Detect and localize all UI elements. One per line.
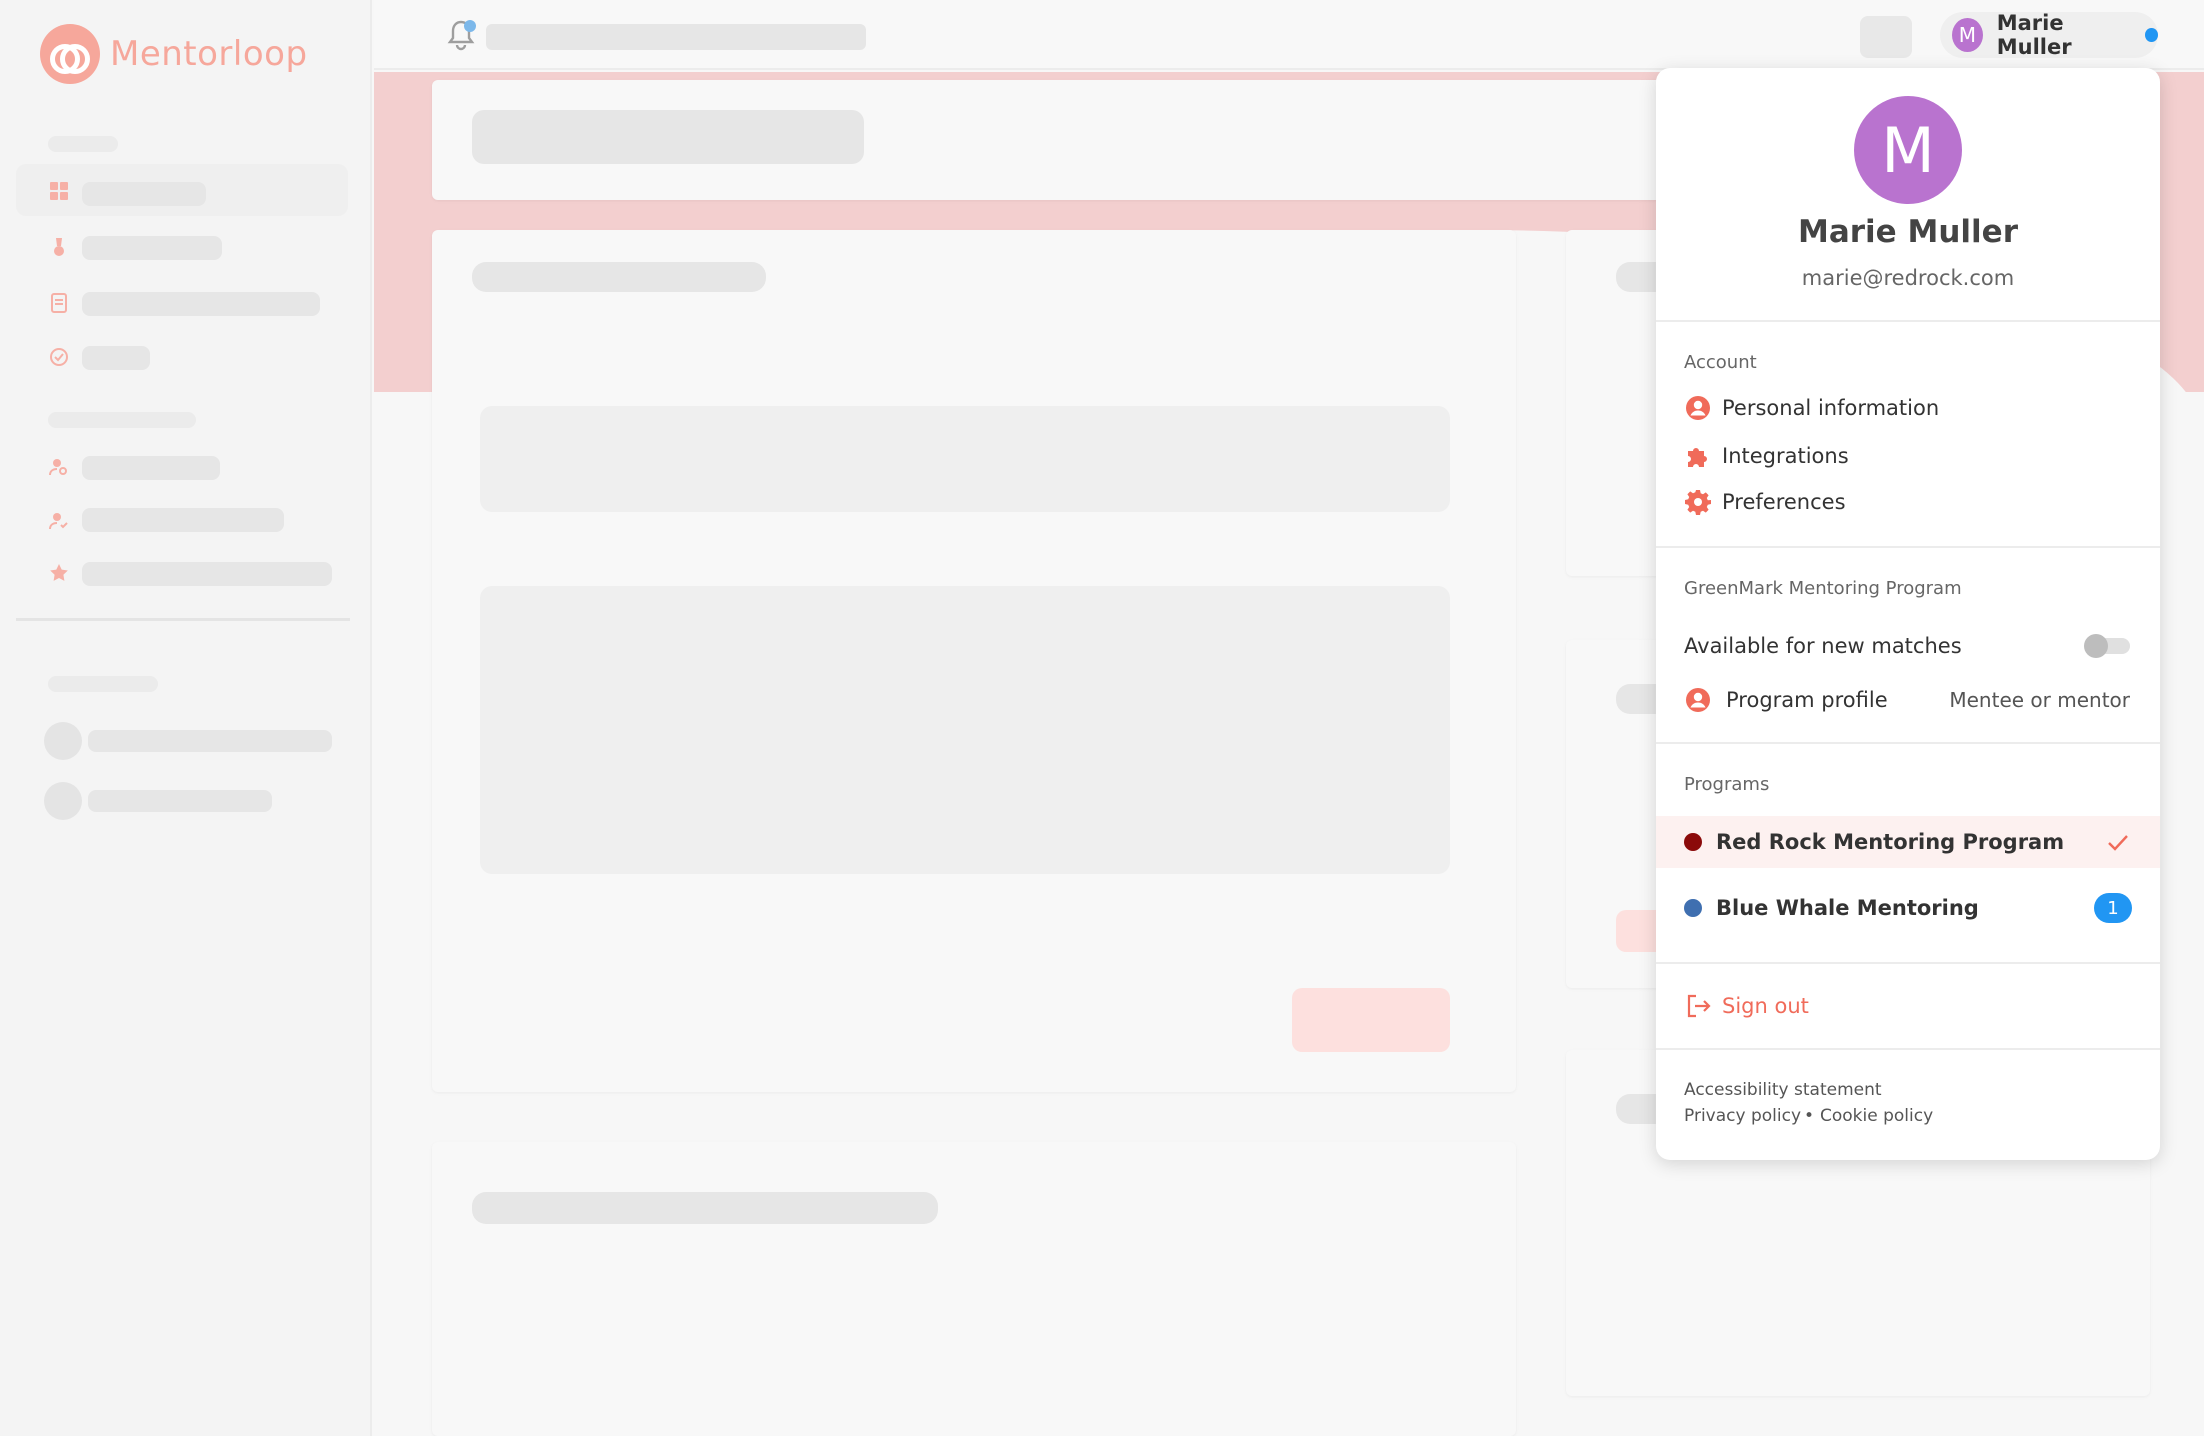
account-section-label: Account: [1684, 352, 1757, 373]
menu-item-label: Preferences: [1722, 490, 1846, 514]
notification-badge: 1: [2094, 893, 2132, 923]
skeleton-list-label: [88, 730, 332, 752]
skeleton-heading: [472, 262, 766, 292]
top-bar: M Marie Muller: [374, 0, 2204, 70]
user-search-icon: [48, 456, 70, 478]
menu-item-preferences[interactable]: Preferences: [1684, 488, 1846, 516]
program-item-red-rock[interactable]: Red Rock Mentoring Program: [1656, 816, 2160, 868]
skeleton-button[interactable]: [1292, 988, 1450, 1052]
skeleton-section-label: [48, 412, 196, 428]
menu-item-program-profile[interactable]: Program profile: [1684, 686, 1888, 714]
checkmark-icon: [2108, 835, 2128, 851]
divider: [1656, 742, 2160, 744]
program-item-blue-whale[interactable]: Blue Whale Mentoring 1: [1656, 882, 2160, 934]
user-check-icon: [48, 510, 70, 532]
status-dot: [2145, 28, 2158, 42]
user-name: Marie Muller: [1996, 11, 2072, 59]
user-circle-icon: [1684, 686, 1712, 714]
skeleton-search: [486, 24, 866, 50]
program-label: Red Rock Mentoring Program: [1716, 830, 2065, 854]
availability-toggle[interactable]: [2084, 634, 2130, 658]
skeleton-nav-label: [82, 346, 150, 370]
availability-label: Available for new matches: [1684, 634, 1962, 658]
skeleton-nav-label: [82, 562, 332, 586]
menu-item-integrations[interactable]: Integrations: [1684, 442, 1849, 470]
program-label: Blue Whale Mentoring: [1716, 896, 1979, 920]
user-dropdown: M Marie Muller marie@redrock.com Account…: [1656, 68, 2160, 1160]
document-icon: [48, 292, 70, 314]
medal-icon: [48, 236, 70, 258]
sign-out-icon: [1687, 994, 1711, 1018]
skeleton-section-label: [48, 136, 118, 152]
footer-separator: •: [1804, 1106, 1815, 1126]
header-card: [432, 80, 1722, 200]
divider: [1656, 546, 2160, 548]
divider: [1656, 320, 2160, 322]
skeleton-block: [480, 406, 1450, 512]
user-menu-button[interactable]: M Marie Muller: [1940, 11, 2158, 59]
check-circle-icon: [48, 346, 70, 368]
skeleton-avatar: [44, 722, 82, 760]
main-card: [432, 230, 1516, 1092]
menu-item-personal-information[interactable]: Personal information: [1684, 394, 1939, 422]
menu-item-label: Integrations: [1722, 444, 1849, 468]
skeleton-nav-label: [82, 508, 284, 532]
skeleton-nav-label: [82, 182, 206, 206]
skeleton-title: [472, 110, 864, 164]
user-circle-icon: [1684, 394, 1712, 422]
notification-dot: [464, 20, 476, 32]
program-color-dot: [1684, 833, 1702, 851]
toggle-knob: [2084, 634, 2108, 658]
bottom-card: [432, 1142, 1516, 1436]
sign-out-label: Sign out: [1722, 994, 1809, 1018]
skeleton-block: [480, 586, 1450, 874]
program-section-label: GreenMark Mentoring Program: [1684, 578, 1962, 599]
dashboard-icon: [48, 180, 70, 202]
cookie-link[interactable]: Cookie policy: [1820, 1106, 1933, 1126]
programs-section-label: Programs: [1684, 774, 1770, 795]
puzzle-icon: [1684, 442, 1712, 470]
menu-item-label: Program profile: [1726, 688, 1888, 712]
gear-icon: [1684, 488, 1712, 516]
skeleton-action-button[interactable]: [1860, 16, 1912, 58]
skeleton-avatar: [44, 782, 82, 820]
skeleton-section-label: [48, 676, 158, 692]
divider: [1656, 1048, 2160, 1050]
availability-row: Available for new matches: [1684, 634, 1962, 658]
skeleton-list-label: [88, 790, 272, 812]
user-avatar: M: [1952, 18, 1983, 52]
accessibility-link[interactable]: Accessibility statement: [1684, 1080, 1882, 1100]
divider: [1656, 962, 2160, 964]
skeleton-nav-label: [82, 292, 320, 316]
star-icon: [48, 562, 70, 584]
skeleton-nav-label: [82, 456, 220, 480]
skeleton-heading: [472, 1192, 938, 1224]
profile-email: marie@redrock.com: [1801, 266, 2015, 290]
sign-out-button[interactable]: Sign out: [1684, 992, 1809, 1020]
profile-name: Marie Muller: [1798, 214, 2018, 250]
menu-item-label: Personal information: [1722, 396, 1940, 420]
sidebar-divider: [16, 618, 350, 621]
logo-text: Mentorloop: [110, 34, 308, 74]
program-color-dot: [1684, 899, 1702, 917]
program-role: Mentee or mentor: [1949, 688, 2130, 712]
logo-mark-icon: [40, 24, 100, 84]
skeleton-nav-label: [82, 236, 222, 260]
privacy-link[interactable]: Privacy policy: [1684, 1106, 1801, 1126]
mentorloop-logo[interactable]: Mentorloop: [40, 24, 308, 84]
profile-avatar: M: [1854, 96, 1962, 204]
sidebar: Mentorloop: [0, 0, 372, 1436]
